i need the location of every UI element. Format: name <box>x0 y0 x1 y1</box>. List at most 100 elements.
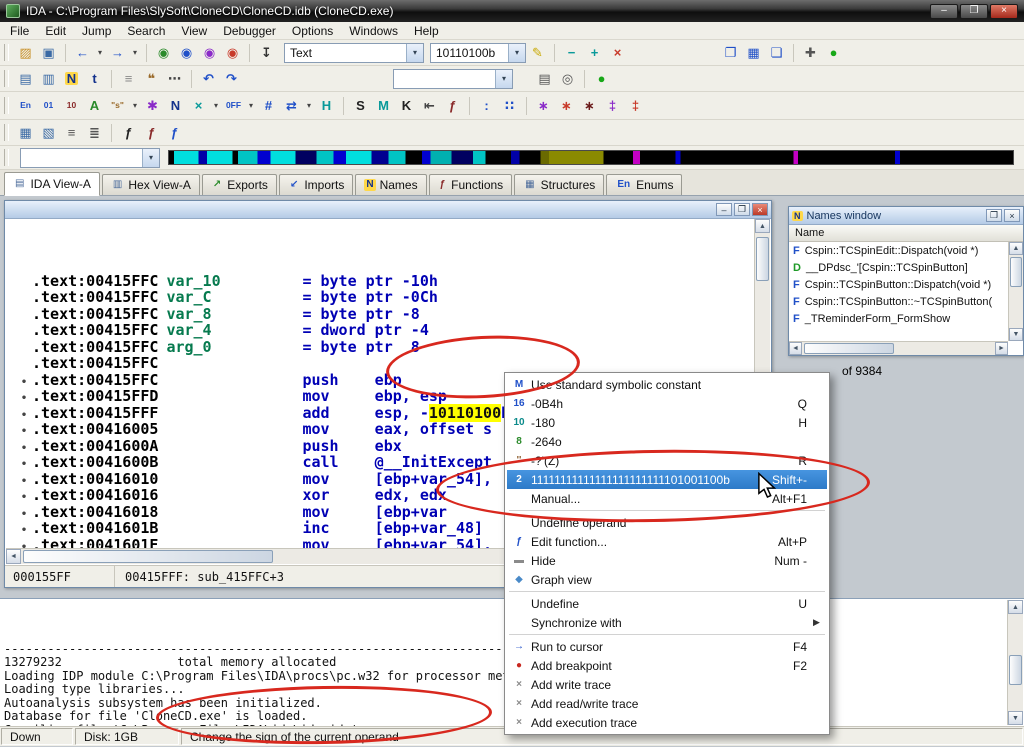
maximize-button[interactable]: ❐ <box>734 203 750 216</box>
scrollbar-thumb[interactable] <box>1010 257 1022 287</box>
delete-function-icon[interactable]: ƒ <box>163 122 186 144</box>
menu-item[interactable]: Jump <box>74 23 119 39</box>
names-window-titlebar[interactable]: N Names window ❐ × <box>789 207 1023 225</box>
redo-icon[interactable]: ↷ <box>220 68 243 90</box>
manual-operand-icon[interactable]: M <box>372 95 395 117</box>
windows-tile-icon[interactable]: ▦ <box>742 42 765 64</box>
nav-combo[interactable]: ▾ <box>20 147 160 168</box>
undefine-icon[interactable]: × <box>187 95 210 117</box>
nav-forward-icon[interactable]: → <box>106 42 129 64</box>
struct-star-icon[interactable]: ∗ <box>532 95 555 117</box>
undo-icon[interactable]: ↶ <box>197 68 220 90</box>
names-column-header[interactable]: Name <box>789 225 1023 242</box>
tab-exports[interactable]: ↗ Exports <box>201 174 277 195</box>
scroll-left-icon[interactable]: ◄ <box>789 342 802 355</box>
output-line[interactable]: Loading IDP module C:\Program Files\IDA\… <box>4 669 1002 684</box>
navigation-band[interactable] <box>168 150 1014 165</box>
tab-functions[interactable]: ƒ Functions <box>428 174 513 195</box>
name-tool-icon[interactable]: N <box>60 68 83 90</box>
add-search-icon[interactable]: + <box>583 42 606 64</box>
function-edit-icon[interactable]: ƒ <box>441 95 464 117</box>
context-menu-item[interactable]: ▬ Hide Num - <box>507 551 827 570</box>
disasm-line[interactable]: .text:00415FFC var_10 = byte ptr -10h <box>16 272 754 290</box>
disasm-line[interactable]: .text:00415FFC var_4 = dword ptr -4 <box>16 322 754 339</box>
toolbar-gripper[interactable] <box>4 70 9 87</box>
struct-star-red-icon[interactable]: ∗ <box>555 95 578 117</box>
maximize-button[interactable]: ❐ <box>986 209 1002 222</box>
list2-icon[interactable]: ≣ <box>83 122 106 144</box>
menu-item[interactable]: File <box>2 23 37 39</box>
toolbar-gripper[interactable] <box>4 149 9 166</box>
toolbar-gripper[interactable] <box>4 124 9 141</box>
number-icon[interactable]: # <box>257 95 280 117</box>
close-icon[interactable]: × <box>1004 209 1020 222</box>
context-menu-item[interactable]: × Add write trace <box>507 675 827 694</box>
rename-icon[interactable]: N <box>164 95 187 117</box>
scroll-up-icon[interactable]: ▲ <box>1008 600 1023 614</box>
context-menu-item[interactable]: 16 -0B4h Q <box>507 394 827 413</box>
align-icon[interactable]: ⇤ <box>418 95 441 117</box>
disasm-line[interactable]: .text:00415FFC var_8 = byte ptr -8 <box>16 305 754 323</box>
menu-item[interactable]: Debugger <box>215 23 284 39</box>
make-code-icon[interactable]: 01 <box>37 95 60 117</box>
context-menu-item[interactable]: ◆ Graph view <box>507 570 827 589</box>
tab-hex-view-a[interactable]: ▥ Hex View-A <box>101 174 200 195</box>
variable-icon[interactable]: ✱ <box>141 95 164 117</box>
open-file-icon[interactable]: ▨ <box>14 42 37 64</box>
windows-overlap-icon[interactable]: ❐ <box>719 42 742 64</box>
xref-icon[interactable]: ⇄ <box>280 95 303 117</box>
scrollbar-thumb[interactable] <box>756 237 769 281</box>
nav-back-caret-icon[interactable]: ▾ <box>94 42 106 64</box>
array-icon[interactable]: ⋯ <box>163 68 186 90</box>
output-line[interactable]: 13279232 total memory allocated <box>4 655 1002 670</box>
menu-item[interactable]: Options <box>284 23 341 39</box>
text-tool-icon[interactable]: t <box>83 68 106 90</box>
scroll-down-icon[interactable]: ▼ <box>1009 328 1023 341</box>
const-icon[interactable]: K <box>395 95 418 117</box>
union-icon[interactable]: ∗ <box>578 95 601 117</box>
search-text-icon[interactable]: ◉ <box>152 42 175 64</box>
data-view-icon[interactable]: ▤ <box>14 68 37 90</box>
ida-view-titlebar[interactable]: – ❐ × <box>5 201 771 219</box>
output-line[interactable]: Loading type libraries... <box>4 682 1002 697</box>
segment-icon[interactable]: S <box>349 95 372 117</box>
list1-icon[interactable]: ≡ <box>60 122 83 144</box>
chevron-down-icon[interactable]: ▾ <box>495 69 512 88</box>
offset-icon[interactable]: 0FF <box>222 95 245 117</box>
vertical-scrollbar[interactable]: ▲ ▼ <box>1007 600 1023 725</box>
names-list-item[interactable]: F _TReminderForm_FormShow <box>789 310 1008 327</box>
close-icon[interactable]: × <box>752 203 768 216</box>
dots-icon[interactable]: ∷ <box>498 95 521 117</box>
minimize-button[interactable]: – <box>930 3 958 19</box>
context-menu-item[interactable]: × Add read/write trace <box>507 694 827 713</box>
tab-imports[interactable]: ↙ Imports <box>278 174 354 195</box>
offset-caret-icon[interactable]: ▾ <box>245 95 257 117</box>
maximize-button[interactable]: ❐ <box>960 3 988 19</box>
menu-item[interactable]: Windows <box>341 23 406 39</box>
scrollbar-thumb[interactable] <box>804 343 894 354</box>
cross-purple-icon[interactable]: ‡ <box>601 95 624 117</box>
names-list-item[interactable]: F Cspin::TCSpinButton::~TCSpinButton( <box>789 293 1008 310</box>
context-menu-item[interactable]: Synchronize with ▶ <box>507 613 827 632</box>
vertical-scrollbar[interactable]: ▲ ▼ <box>1008 242 1023 341</box>
stop-search-icon[interactable]: × <box>606 42 629 64</box>
context-menu-item[interactable]: → Run to cursor F4 <box>507 637 827 656</box>
tab-structures[interactable]: ▦ Structures <box>514 174 605 195</box>
scroll-up-icon[interactable]: ▲ <box>755 219 770 233</box>
jump-address-icon[interactable]: ↧ <box>255 42 278 64</box>
disasm-line[interactable]: .text:00415FFC var_C = byte ptr -0Ch <box>16 289 754 306</box>
edit-function2-icon[interactable]: ƒ <box>140 122 163 144</box>
watch-list-icon[interactable]: ◎ <box>556 68 579 90</box>
names-list-item[interactable]: F Cspin::TCSpinButton::Dispatch(void *) <box>789 276 1008 293</box>
string-caret-icon[interactable]: ▾ <box>129 95 141 117</box>
struct-view-icon[interactable]: ▥ <box>37 68 60 90</box>
scroll-right-icon[interactable]: ► <box>995 342 1008 355</box>
cross-red-icon[interactable]: ‡ <box>624 95 647 117</box>
context-menu-item[interactable]: ƒ Edit function... Alt+P <box>507 532 827 551</box>
save-file-icon[interactable]: ▣ <box>37 42 60 64</box>
menu-item[interactable]: Search <box>119 23 173 39</box>
scrollbar-thumb[interactable] <box>23 550 273 563</box>
context-menu-item[interactable]: Undefine U <box>507 594 827 613</box>
close-button[interactable]: × <box>990 3 1018 19</box>
view-type-combo[interactable]: Text ▾ <box>284 42 424 63</box>
